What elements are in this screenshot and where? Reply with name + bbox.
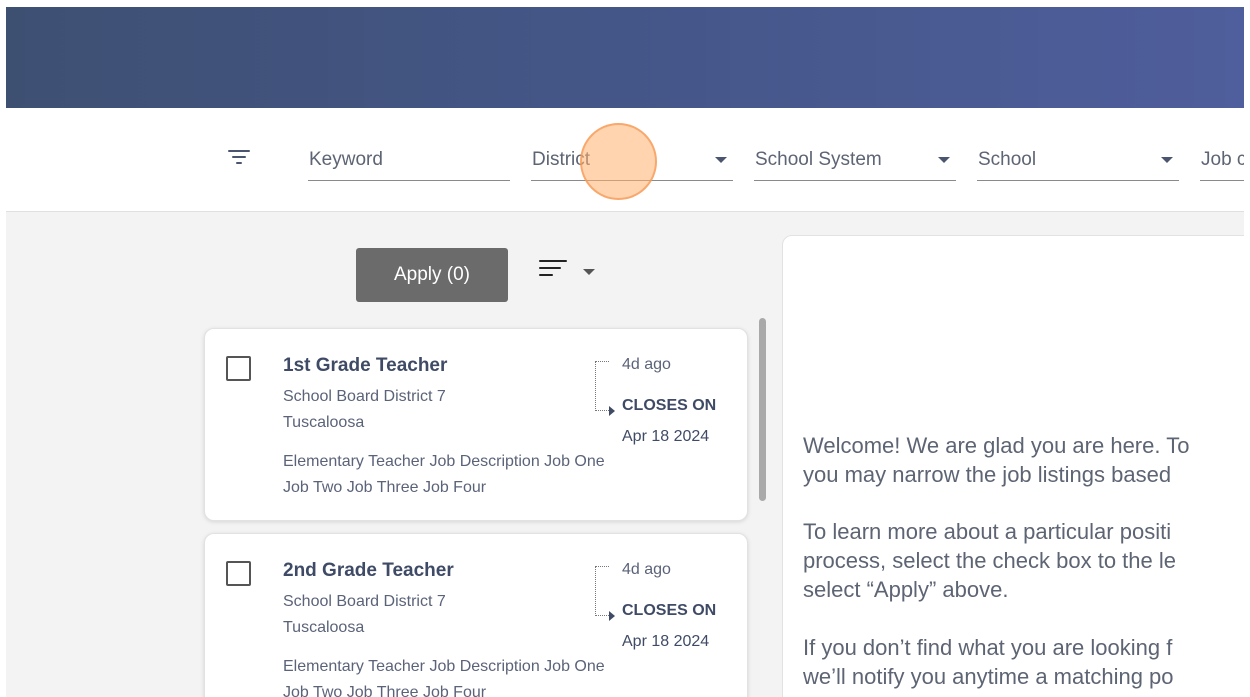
chevron-down-icon xyxy=(1161,157,1173,163)
closes-on-label: CLOSES ON xyxy=(622,397,717,414)
chevron-down-icon xyxy=(938,157,950,163)
arrow-right-icon xyxy=(609,406,615,416)
job-category-select[interactable]: Job c xyxy=(1200,144,1244,181)
school-label: School xyxy=(978,149,1037,170)
job-card[interactable]: 1st Grade Teacher School Board District … xyxy=(204,328,748,521)
school-system-label: School System xyxy=(755,149,882,170)
job-description: Elementary Teacher Job Description Job O… xyxy=(283,658,605,697)
app-frame: Keyword District School System School Jo… xyxy=(6,7,1244,697)
district-select[interactable]: District xyxy=(531,144,733,181)
closes-date: Apr 18 2024 xyxy=(622,633,710,650)
job-list-scrollbar[interactable] xyxy=(759,318,766,501)
job-district: School Board District 7 xyxy=(283,593,446,610)
filter-icon[interactable] xyxy=(228,150,250,166)
welcome-text: If you don’t find what you are looking f xyxy=(803,635,1173,660)
apply-button[interactable]: Apply (0) xyxy=(356,248,508,302)
welcome-panel: Welcome! We are glad you are here. To yo… xyxy=(782,235,1244,697)
welcome-text: select “Apply” above. xyxy=(803,577,1009,602)
arrow-right-icon xyxy=(609,611,615,621)
welcome-text: Welcome! We are glad you are here. To xyxy=(803,433,1190,458)
job-city: Tuscaloosa xyxy=(283,414,365,431)
job-district: School Board District 7 xyxy=(283,388,446,405)
keyword-placeholder: Keyword xyxy=(309,149,383,170)
timeline-connector xyxy=(595,566,609,616)
posted-time: 4d ago xyxy=(622,356,671,373)
job-category-label: Job c xyxy=(1201,149,1244,170)
welcome-text: To learn more about a particular positi xyxy=(803,519,1172,544)
closes-on-label: CLOSES ON xyxy=(622,602,717,619)
posted-time: 4d ago xyxy=(622,561,671,578)
job-card[interactable]: 2nd Grade Teacher School Board District … xyxy=(204,533,748,697)
header-banner xyxy=(6,7,1244,108)
welcome-text: we’ll notify you anytime a matching po xyxy=(803,664,1174,689)
closes-date: Apr 18 2024 xyxy=(622,428,710,445)
job-select-checkbox[interactable] xyxy=(226,356,251,381)
chevron-down-icon xyxy=(715,157,727,163)
job-city: Tuscaloosa xyxy=(283,619,365,636)
sort-icon xyxy=(539,260,567,262)
sort-icon-bar xyxy=(539,267,561,269)
welcome-text: process, select the check box to the le xyxy=(803,548,1176,573)
welcome-text: you may narrow the job listings based xyxy=(803,462,1172,487)
sort-icon-bar xyxy=(539,274,553,276)
chevron-down-icon xyxy=(583,269,595,275)
sort-menu[interactable] xyxy=(539,257,599,287)
filter-bar: Keyword District School System School Jo… xyxy=(6,108,1244,212)
school-select[interactable]: School xyxy=(977,144,1179,181)
job-description: Elementary Teacher Job Description Job O… xyxy=(283,453,605,496)
district-label: District xyxy=(532,149,591,170)
school-system-select[interactable]: School System xyxy=(754,144,956,181)
keyword-input[interactable]: Keyword xyxy=(308,144,510,181)
timeline-connector xyxy=(595,361,609,411)
job-title[interactable]: 1st Grade Teacher xyxy=(283,355,447,377)
job-select-checkbox[interactable] xyxy=(226,561,251,586)
job-title[interactable]: 2nd Grade Teacher xyxy=(283,560,454,582)
